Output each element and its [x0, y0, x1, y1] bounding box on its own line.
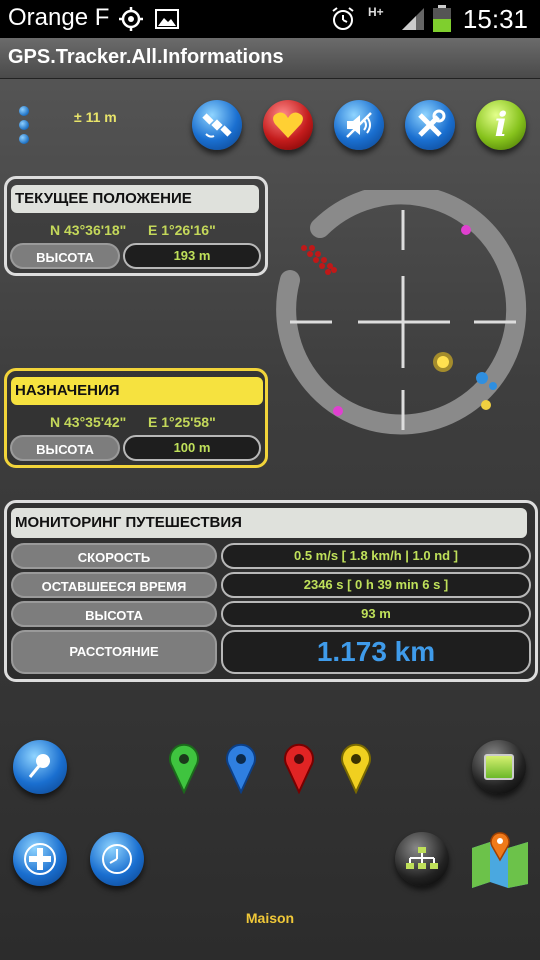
green-marker-icon[interactable]	[168, 742, 200, 794]
gps-icon	[119, 7, 143, 31]
carrier-name: Orange F	[8, 4, 110, 31]
radar-ring	[276, 190, 527, 435]
current-altitude-value: 193 m	[123, 243, 261, 269]
red-marker-icon[interactable]	[283, 742, 315, 794]
tools-icon	[418, 109, 446, 137]
destination-altitude-label: ВЫСОТА	[10, 435, 120, 461]
signal-icon	[402, 8, 424, 30]
satellite-dot	[461, 225, 471, 235]
speaker-muted-icon	[346, 112, 372, 138]
status-bar: Orange F H+ 15:31	[0, 0, 540, 38]
current-longitude: E 1°26'16"	[148, 222, 216, 238]
favorites-button[interactable]	[263, 100, 313, 150]
info-button[interactable]: i	[476, 100, 526, 150]
satellite-dot	[481, 400, 491, 410]
info-icon: i	[494, 105, 508, 145]
destination-longitude: E 1°25'58"	[148, 414, 216, 430]
destination-latitude: N 43°35'42"	[50, 414, 127, 430]
title-bar: GPS.Tracker.All.Informations	[0, 38, 540, 79]
speed-label: СКОРОСТЬ	[11, 543, 217, 569]
current-latitude: N 43°36'18"	[50, 222, 127, 238]
altitude-value: 93 m	[221, 601, 531, 627]
satellite-button[interactable]	[192, 100, 242, 150]
distance-label: РАССТОЯНИЕ	[11, 630, 217, 674]
distance-value: 1.173 km	[221, 630, 531, 674]
plus-circle-icon	[24, 843, 56, 875]
sitemap-icon	[406, 847, 438, 869]
remaining-time-value: 2346 s [ 0 h 39 min 6 s ]	[221, 572, 531, 598]
battery-icon	[433, 5, 451, 32]
add-button[interactable]	[13, 832, 67, 886]
destination-panel[interactable]: НАЗНАЧЕНИЯ N 43°35'42" E 1°25'58" ВЫСОТА…	[4, 368, 268, 468]
alarm-icon	[332, 7, 354, 30]
satellite-dot	[476, 372, 488, 384]
sun-dot-core	[437, 356, 449, 368]
satellite-dot	[333, 406, 343, 416]
destination-title: НАЗНАЧЕНИЯ	[11, 377, 263, 405]
yellow-marker-icon[interactable]	[340, 742, 372, 794]
screen-icon	[484, 754, 514, 780]
clock: 15:31	[462, 4, 528, 34]
current-altitude-label: ВЫСОТА	[10, 243, 120, 269]
remaining-time-label: ОСТАВШЕЕСЯ ВРЕМЯ	[11, 572, 217, 598]
sound-button[interactable]	[334, 100, 384, 150]
network-button[interactable]	[395, 832, 449, 886]
speed-value: 0.5 m/s [ 1.8 km/h | 1.0 nd ]	[221, 543, 531, 569]
satellite-dot	[489, 382, 497, 390]
map-view-button[interactable]	[472, 740, 526, 794]
pin-button[interactable]	[13, 740, 67, 794]
history-button[interactable]	[90, 832, 144, 886]
satellite-icon	[202, 113, 232, 138]
pushpin-icon	[28, 754, 50, 778]
trip-monitoring-title: МОНИТОРИНГ ПУТЕШЕСТВИЯ	[11, 508, 527, 538]
clock-icon	[102, 844, 132, 874]
accuracy-label: ± 11 m	[74, 109, 117, 125]
map-icon[interactable]	[470, 830, 530, 888]
menu-dots-icon[interactable]	[19, 106, 31, 148]
image-icon	[155, 9, 179, 29]
altitude-label: ВЫСОТА	[11, 601, 217, 627]
heart-icon	[273, 112, 303, 138]
network-h-plus-icon: H+	[368, 5, 384, 19]
current-position-title: ТЕКУЩЕЕ ПОЛОЖЕНИЕ	[11, 185, 259, 213]
trip-monitoring-panel: МОНИТОРИНГ ПУТЕШЕСТВИЯ СКОРОСТЬ 0.5 m/s …	[4, 500, 538, 682]
blue-marker-icon[interactable]	[225, 742, 257, 794]
destination-altitude-value: 100 m	[123, 435, 261, 461]
destination-name: Maison	[245, 910, 295, 926]
app-title: GPS.Tracker.All.Informations	[8, 46, 284, 68]
current-position-panel: ТЕКУЩЕЕ ПОЛОЖЕНИЕ N 43°36'18" E 1°26'16"…	[4, 176, 268, 276]
radar-compass	[276, 190, 527, 435]
settings-button[interactable]	[405, 100, 455, 150]
direction-arrow-icon	[301, 245, 337, 275]
